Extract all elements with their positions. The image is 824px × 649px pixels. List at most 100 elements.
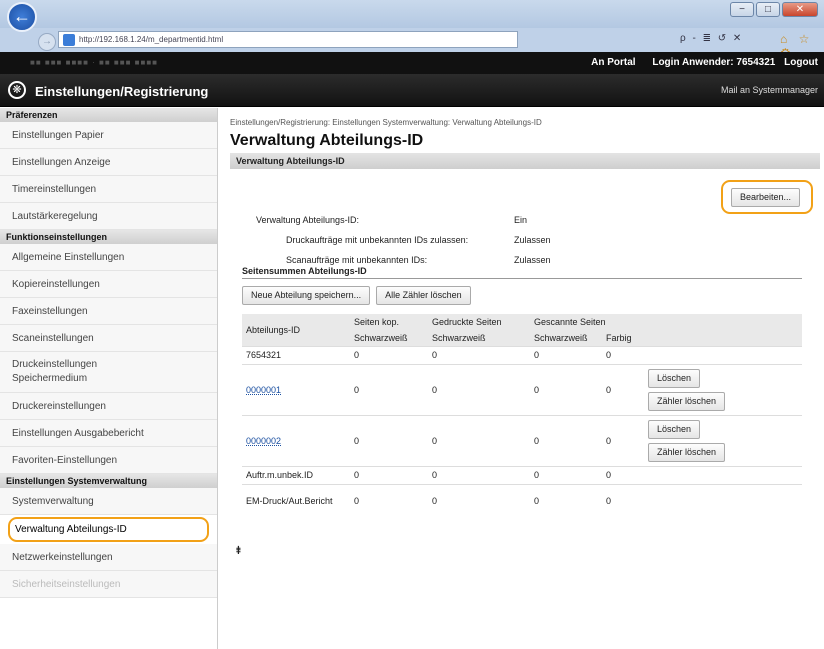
table-row: 0000001 0 0 0 0 Löschen Zähler löschen [242,363,802,415]
scan-color-count: 0 [602,345,644,364]
page-header: ❋ Einstellungen/Registrierung Mail an Sy… [0,74,824,107]
scan-bw-count: 0 [530,363,602,415]
sidebar-item-fax[interactable]: Faxeinstellungen [0,298,217,325]
close-window-button[interactable]: ✕ [782,2,818,17]
dept-id-link[interactable]: 0000001 [242,363,350,415]
maximize-button[interactable]: □ [756,2,780,17]
new-department-button[interactable]: Neue Abteilung speichern... [242,286,371,305]
sidebar-heading-functions: Funktionseinstellungen [0,230,217,244]
scan-color-count: 0 [602,414,644,466]
actions-cell [644,483,802,518]
scan-bw-count: 0 [530,465,602,484]
sidebar-item-general[interactable]: Allgemeine Einstellungen [0,244,217,271]
delete-button[interactable]: Löschen [648,419,701,439]
col-header-id: Abteilungs-ID [242,314,350,346]
print-unknown-value: Zulassen [514,235,551,245]
table-row: 7654321 0 0 0 0 [242,345,802,364]
scan-color-count: 0 [602,465,644,484]
sidebar-item-favorites[interactable]: Favoriten-Einstellungen [0,447,217,474]
col-sub-actions [644,330,802,346]
table-row: 0000002 0 0 0 0 Löschen Zähler löschen [242,414,802,466]
dept-id-label: Verwaltung Abteilungs-ID: [256,215,360,225]
actions-cell: Löschen Zähler löschen [644,414,802,466]
actions-cell [644,345,802,364]
department-table: Abteilungs-ID Seiten kop. Gedruckte Seit… [242,314,802,518]
scan-bw-count: 0 [530,345,602,364]
sidebar-item-security[interactable]: Sicherheitseinstellungen [0,571,217,598]
sidebar-item-display[interactable]: Einstellungen Anzeige [0,149,217,176]
print-count: 0 [428,465,530,484]
sidebar-item-system[interactable]: Systemverwaltung [0,488,217,515]
col-sub-color-scan: Farbig [602,330,644,346]
section-bar: Verwaltung Abteilungs-ID [230,153,820,169]
table-row: Auftr.m.unbek.ID 0 0 0 0 [242,465,802,484]
sidebar-item-network[interactable]: Netzwerkeinstellungen [0,544,217,571]
clear-counter-button[interactable]: Zähler löschen [648,442,726,462]
clear-counter-button[interactable]: Zähler löschen [648,391,726,411]
scan-bw-count: 0 [530,483,602,518]
header-title: Einstellungen/Registrierung [35,84,209,99]
sidebar-item-volume[interactable]: Lautstärkeregelung [0,203,217,230]
table-row: EM-Druck/Aut.Bericht 0 0 0 0 [242,483,802,518]
sidebar-heading-sysadmin: Einstellungen Systemverwaltung [0,474,217,488]
logout-link[interactable]: Logout [784,57,818,68]
dept-id: Auftr.m.unbek.ID [242,465,350,484]
back-button[interactable]: ← [7,2,37,32]
delete-button[interactable]: Löschen [648,368,701,388]
print-count: 0 [428,483,530,518]
portal-link[interactable]: An Portal [591,57,635,68]
url-input[interactable] [79,35,509,44]
col-header-actions [644,314,802,330]
sidebar-item-paper[interactable]: Einstellungen Papier [0,122,217,149]
actions-cell: Löschen Zähler löschen [644,363,802,415]
col-sub-bw-print: Schwarzweiß [428,330,530,346]
copy-count: 0 [350,414,428,466]
breadcrumb: Einstellungen/Registrierung: Einstellung… [230,118,542,127]
scan-bw-count: 0 [530,414,602,466]
sidebar-item-scan[interactable]: Scaneinstellungen [0,325,217,352]
dept-id: EM-Druck/Aut.Bericht [242,483,350,518]
copy-count: 0 [350,363,428,415]
col-header-scanned: Gescannte Seiten [530,314,644,330]
dept-id: 7654321 [242,345,350,364]
back-to-top-icon[interactable]: ⯒ [236,542,241,561]
edit-button[interactable]: Bearbeiten... [731,188,801,207]
login-user: Login Anwender: 7654321 [652,57,776,68]
copy-count: 0 [350,465,428,484]
print-count: 0 [428,414,530,466]
clear-all-counters-button[interactable]: Alle Zähler löschen [376,286,471,305]
copy-count: 0 [350,345,428,364]
sidebar-item-department-id[interactable]: Verwaltung Abteilungs-ID [8,517,209,542]
scan-color-count: 0 [602,483,644,518]
sidebar-item-print-media[interactable]: Druckeinstellungen Speichermedium [0,352,217,393]
browser-titlebar: − □ ✕ [0,0,824,28]
dept-id-value: Ein [514,215,528,225]
edit-highlight: Bearbeiten... [721,180,813,214]
scan-color-count: 0 [602,363,644,415]
search-refresh-controls[interactable]: ρ - ≣ ↺ ✕ [680,33,743,44]
print-count: 0 [428,345,530,364]
sidebar-item-printer[interactable]: Druckereinstellungen [0,393,217,420]
print-unknown-label: Druckaufträge mit unbekannten IDs zulass… [286,235,469,245]
col-sub-bw-scan: Schwarzweiß [530,330,602,346]
sidebar-item-timer[interactable]: Timereinstellungen [0,176,217,203]
top-nav: ■■ ■■■ ■■■■ · ■■ ■■■ ■■■■ An Portal Logi… [0,52,824,74]
col-header-copy: Seiten kop. [350,314,428,330]
dept-id-link[interactable]: 0000002 [242,414,350,466]
main-content: Einstellungen/Registrierung: Einstellung… [230,108,820,557]
sidebar: Präferenzen Einstellungen Papier Einstel… [0,108,218,649]
address-bar[interactable] [58,31,518,48]
page-title: Verwaltung Abteilungs-ID [230,132,424,149]
forward-button[interactable]: → [38,33,56,51]
settings-gear-icon: ❋ [8,81,26,99]
mail-admin-link[interactable]: Mail an Systemmanager [721,85,818,95]
sidebar-item-report[interactable]: Einstellungen Ausgabebericht [0,420,217,447]
minimize-button[interactable]: − [730,2,754,17]
sidebar-item-print-media-label: Druckeinstellungen Speichermedium [12,359,98,384]
copy-count: 0 [350,483,428,518]
print-count: 0 [428,363,530,415]
device-name: ■■ ■■■ ■■■■ · ■■ ■■■ ■■■■ [30,58,158,67]
sidebar-item-copy[interactable]: Kopiereinstellungen [0,271,217,298]
actions-cell [644,465,802,484]
col-sub-bw-copy: Schwarzweiß [350,330,428,346]
